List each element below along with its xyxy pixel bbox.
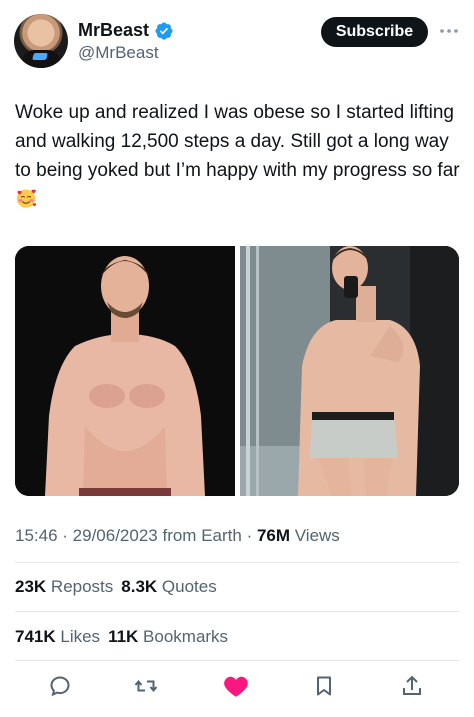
repost-button[interactable] [132, 672, 160, 700]
tweet-source: from Earth [157, 526, 242, 545]
repost-quote-stats: 23K Reposts 8.3K Quotes [15, 577, 217, 597]
avatar[interactable] [14, 14, 68, 68]
tweet-media[interactable] [15, 246, 459, 496]
reposts-stat[interactable]: 23K Reposts [15, 577, 113, 596]
like-icon [224, 676, 248, 697]
media-photo-before[interactable] [15, 246, 235, 496]
meta-separator: · [57, 526, 73, 545]
tweet-text: Woke up and realized I was obese so I st… [15, 98, 465, 214]
like-bookmark-stats: 741K Likes 11K Bookmarks [15, 627, 228, 647]
repost-icon [134, 679, 158, 693]
quotes-stat[interactable]: 8.3K Quotes [121, 577, 216, 596]
divider [15, 562, 459, 563]
before-photo-figure [15, 246, 234, 496]
meta-separator: · [241, 526, 257, 545]
tweet-date[interactable]: 29/06/2023 [73, 526, 158, 545]
reposts-label: Reposts [46, 577, 114, 596]
likes-count: 741K [15, 627, 56, 646]
like-button[interactable] [222, 672, 250, 700]
bookmarks-count: 11K [108, 627, 139, 646]
reposts-count: 23K [15, 577, 47, 596]
more-horizontal-icon[interactable] [438, 22, 460, 40]
views-count[interactable]: 76M [257, 526, 290, 545]
smiling-face-with-hearts-icon [16, 189, 37, 208]
action-bar [0, 672, 474, 704]
reply-icon [50, 676, 70, 697]
tweet-meta: 15:46 · 29/06/2023 from Earth · 76M View… [15, 526, 340, 546]
subscribe-button[interactable]: Subscribe [321, 17, 428, 47]
verified-badge-icon [155, 21, 173, 40]
quotes-count: 8.3K [121, 577, 158, 596]
author-display-name[interactable]: MrBeast [78, 20, 149, 41]
share-icon [403, 675, 421, 695]
bookmarks-stat[interactable]: 11K Bookmarks [108, 627, 228, 646]
more-dots-icon [440, 29, 458, 33]
reply-button[interactable] [46, 672, 74, 700]
divider [15, 611, 459, 612]
likes-label: Likes [55, 627, 101, 646]
after-photo-figure [239, 246, 459, 496]
tweet-text-content: Woke up and realized I was obese so I st… [15, 102, 460, 181]
bookmarks-label: Bookmarks [138, 627, 229, 646]
bookmark-button[interactable] [310, 672, 338, 700]
views-label[interactable]: Views [290, 526, 340, 545]
likes-stat[interactable]: 741K Likes [15, 627, 100, 646]
avatar-shirt-logo [32, 53, 48, 60]
author-handle[interactable]: @MrBeast [78, 43, 159, 63]
author-name-row[interactable]: MrBeast [78, 20, 174, 41]
quotes-label: Quotes [157, 577, 217, 596]
media-photo-after[interactable] [239, 246, 459, 496]
divider [15, 660, 459, 661]
share-button[interactable] [398, 672, 426, 700]
tweet-time[interactable]: 15:46 [15, 526, 58, 545]
bookmark-icon [317, 676, 331, 696]
